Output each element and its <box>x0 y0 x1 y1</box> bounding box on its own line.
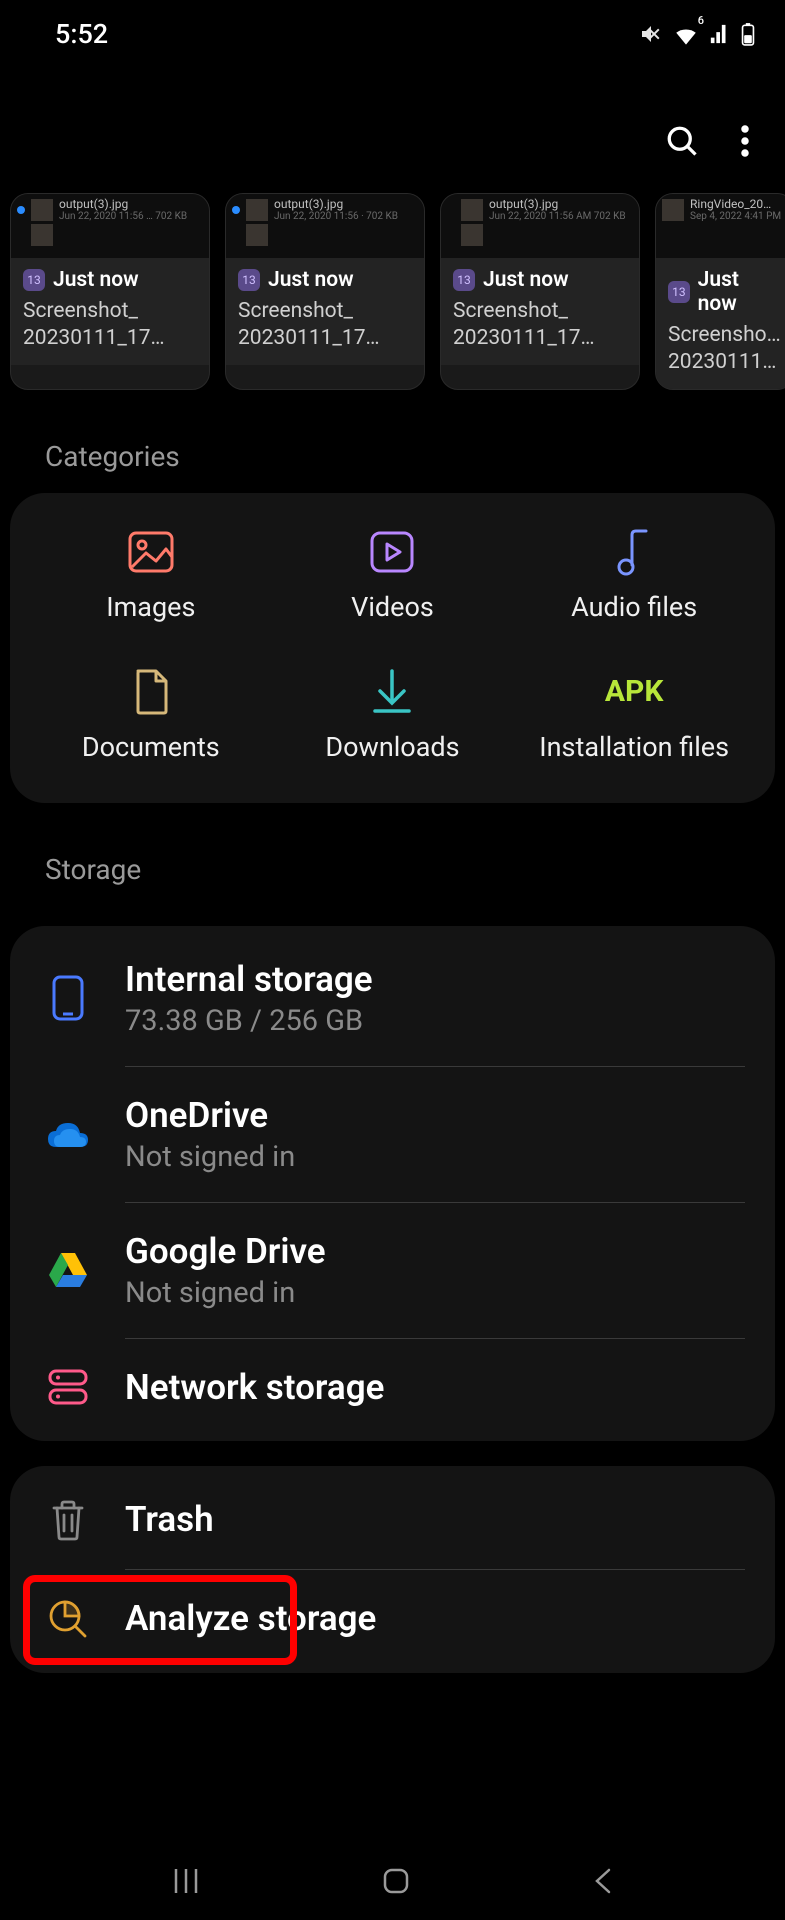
recent-filename: Screenshot_ <box>668 322 782 349</box>
search-icon[interactable] <box>664 123 700 163</box>
phone-icon <box>45 974 90 1022</box>
document-icon <box>130 668 172 716</box>
category-apk[interactable]: APK Installation files <box>513 668 755 763</box>
storage-title: Internal storage <box>125 959 373 1000</box>
storage-network[interactable]: Network storage <box>10 1339 775 1436</box>
recent-card[interactable]: output(3).jpgJun 22, 2020 11:56 AM 702 K… <box>440 193 640 390</box>
storage-title: Network storage <box>125 1367 384 1408</box>
categories-panel: Images Videos Audio files Documents Down… <box>10 493 775 803</box>
recent-thumbnail: output(3).jpgJun 22, 2020 11:56 … 702 KB <box>11 194 209 258</box>
nav-home-icon[interactable] <box>381 1866 411 1900</box>
recent-time: Just now <box>698 268 782 316</box>
nav-recents-icon[interactable] <box>170 1865 202 1901</box>
apk-icon: APK <box>605 668 664 716</box>
tool-title: Analyze storage <box>125 1598 376 1639</box>
tool-analyze[interactable]: Analyze storage <box>10 1570 775 1668</box>
recent-time: Just now <box>53 268 139 292</box>
recent-card[interactable]: output(3).jpgJun 22, 2020 11:56 … 702 KB… <box>10 193 210 390</box>
wifi-icon: 6 <box>673 18 699 50</box>
recent-thumbnail: RingVideo_20…Sep 4, 2022 4:41 PM <box>656 194 785 258</box>
storage-header: Storage <box>0 803 785 906</box>
status-icons: 6 <box>639 18 755 50</box>
recent-time: Just now <box>268 268 354 292</box>
category-label: Installation files <box>539 731 729 763</box>
storage-onedrive[interactable]: OneDrive Not signed in <box>10 1067 775 1202</box>
storage-internal[interactable]: Internal storage 73.38 GB / 256 GB <box>10 931 775 1066</box>
download-icon <box>369 668 415 716</box>
storage-google-drive[interactable]: Google Drive Not signed in <box>10 1203 775 1338</box>
recents-row: output(3).jpgJun 22, 2020 11:56 … 702 KB… <box>0 193 785 390</box>
recent-filename: Screenshot_ <box>453 298 627 325</box>
category-documents[interactable]: Documents <box>30 668 272 763</box>
category-audio[interactable]: Audio files <box>513 528 755 623</box>
tool-title: Trash <box>125 1499 214 1540</box>
category-downloads[interactable]: Downloads <box>272 668 514 763</box>
nav-back-icon[interactable] <box>591 1866 615 1900</box>
navigation-bar <box>0 1845 785 1920</box>
storage-subtitle: Not signed in <box>125 1276 326 1310</box>
recent-time: Just now <box>483 268 569 292</box>
app-badge-icon: 13 <box>238 269 260 291</box>
recent-card[interactable]: output(3).jpgJun 22, 2020 11:56 · 702 KB… <box>225 193 425 390</box>
mute-icon <box>639 22 663 46</box>
recent-filename: Screenshot_ <box>238 298 412 325</box>
google-drive-icon <box>45 1251 90 1289</box>
more-icon[interactable] <box>740 123 750 163</box>
storage-subtitle: Not signed in <box>125 1140 295 1174</box>
recent-card[interactable]: RingVideo_20…Sep 4, 2022 4:41 PM 13 Just … <box>655 193 785 390</box>
onedrive-icon <box>45 1119 90 1149</box>
storage-title: Google Drive <box>125 1231 326 1272</box>
app-badge-icon: 13 <box>453 269 475 291</box>
recent-thumbnail: output(3).jpgJun 22, 2020 11:56 · 702 KB <box>226 194 424 258</box>
trash-icon <box>45 1499 90 1541</box>
signal-icon <box>709 23 731 45</box>
category-label: Images <box>106 591 195 623</box>
category-label: Downloads <box>325 731 459 763</box>
analyze-icon <box>45 1598 90 1640</box>
category-label: Videos <box>351 591 434 623</box>
recent-thumbnail: output(3).jpgJun 22, 2020 11:56 AM 702 K… <box>441 194 639 258</box>
recent-filename: 20230111_17… <box>453 325 627 352</box>
category-images[interactable]: Images <box>30 528 272 623</box>
category-label: Documents <box>82 731 220 763</box>
categories-header: Categories <box>0 390 785 493</box>
app-badge-icon: 13 <box>668 281 690 303</box>
status-bar: 5:52 6 <box>0 0 785 68</box>
tool-trash[interactable]: Trash <box>10 1471 775 1569</box>
recent-filename: Screenshot_ <box>23 298 197 325</box>
status-time: 5:52 <box>55 18 108 50</box>
network-storage-icon <box>45 1368 90 1406</box>
recent-filename: 20230111_… <box>668 349 782 376</box>
category-label: Audio files <box>571 591 697 623</box>
image-icon <box>126 528 176 576</box>
storage-panel: Internal storage 73.38 GB / 256 GB OneDr… <box>10 926 775 1441</box>
tools-panel: Trash Analyze storage <box>10 1466 775 1673</box>
category-videos[interactable]: Videos <box>272 528 514 623</box>
toolbar <box>0 68 785 193</box>
video-icon <box>368 528 416 576</box>
storage-title: OneDrive <box>125 1095 295 1136</box>
recent-filename: 20230111_17… <box>23 325 197 352</box>
app-badge-icon: 13 <box>23 269 45 291</box>
storage-subtitle: 73.38 GB / 256 GB <box>125 1004 373 1038</box>
battery-icon <box>741 22 755 46</box>
recent-filename: 20230111_17… <box>238 325 412 352</box>
audio-icon <box>614 528 654 576</box>
